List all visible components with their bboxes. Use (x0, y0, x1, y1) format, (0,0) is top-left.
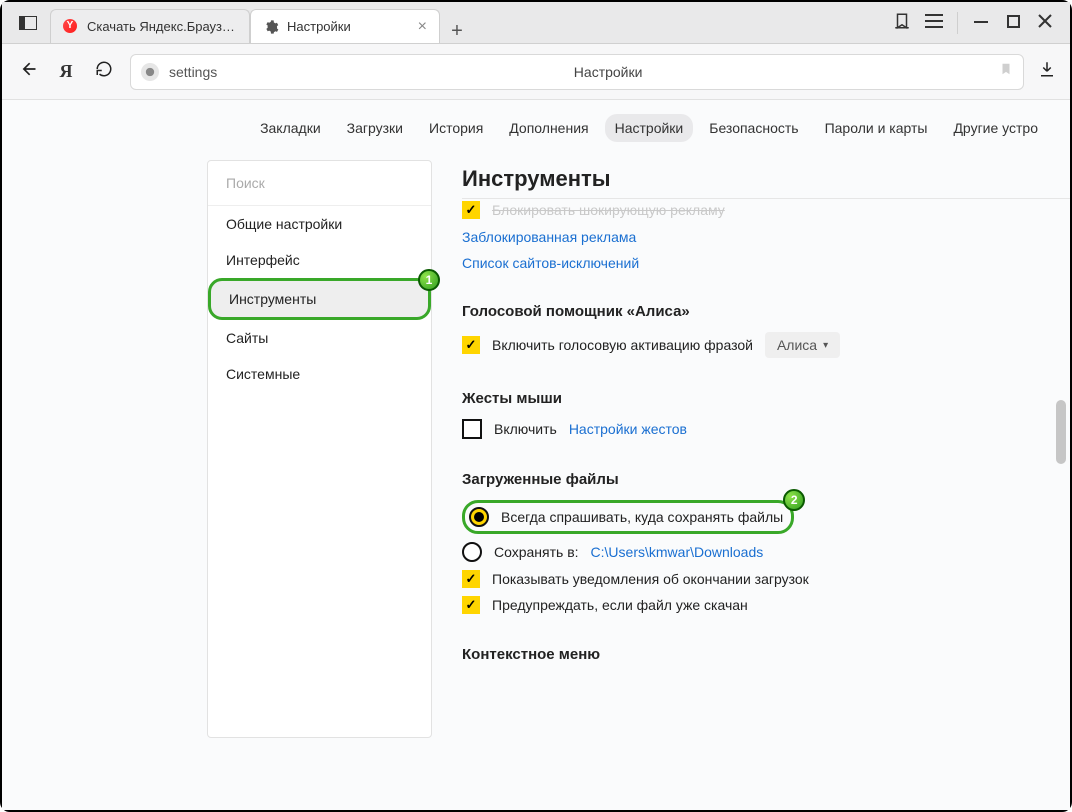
tab-title: Настройки (287, 19, 410, 34)
back-button[interactable] (16, 59, 40, 84)
section-heading-downloads: Загруженные файлы (462, 471, 1070, 488)
close-icon[interactable]: × (418, 19, 427, 35)
checkbox-warn-dup[interactable] (462, 596, 480, 614)
checkbox-checked-icon[interactable] (462, 201, 480, 219)
page-title: Инструменты (462, 166, 1070, 192)
new-tab-button[interactable]: + (440, 20, 474, 43)
sidebar-item-label: Инструменты (229, 291, 316, 307)
bookmark-icon[interactable] (999, 61, 1013, 82)
nav-addons[interactable]: Дополнения (499, 114, 598, 142)
nav-history[interactable]: История (419, 114, 493, 142)
block-ads-row: Блокировать шокирующую рекламу (462, 199, 1070, 219)
url-text: settings (169, 64, 217, 80)
tab-settings[interactable]: Настройки × (250, 9, 440, 43)
scrollbar-thumb[interactable] (1056, 400, 1066, 464)
nav-settings[interactable]: Настройки (605, 114, 694, 142)
settings-header-nav: Закладки Загрузки История Дополнения Нас… (2, 100, 1070, 156)
title-bar: Y Скачать Яндекс.Браузер д Настройки × + (2, 2, 1070, 44)
link-blocked-ads[interactable]: Заблокированная реклама (462, 229, 1070, 245)
gear-icon (263, 19, 279, 35)
maximize-button[interactable] (1004, 15, 1022, 31)
warn-dup-label: Предупреждать, если файл уже скачан (492, 597, 748, 613)
sidebar-item-system[interactable]: Системные (208, 356, 431, 392)
alisa-enable-label: Включить голосовую активацию фразой (492, 337, 753, 353)
radio-save-to[interactable] (462, 542, 482, 562)
nav-security[interactable]: Безопасность (699, 114, 808, 142)
menu-icon[interactable] (925, 14, 943, 31)
callout-badge-1: 1 (418, 269, 440, 291)
link-exclusions[interactable]: Список сайтов-исключений (462, 255, 1070, 271)
nav-other-devices[interactable]: Другие устро (943, 114, 1048, 142)
notify-label: Показывать уведомления об окончании загр… (492, 571, 809, 587)
callout-badge-2: 2 (783, 489, 805, 511)
save-to-path-link[interactable]: C:\Users\kmwar\Downloads (591, 544, 764, 560)
settings-sidebar: Поиск Общие настройки Интерфейс Инструме… (207, 160, 432, 738)
always-ask-label: Всегда спрашивать, куда сохранять файлы (501, 509, 783, 525)
content: Закладки Загрузки История Дополнения Нас… (2, 100, 1070, 810)
separator (957, 12, 958, 34)
section-heading-mouse: Жесты мыши (462, 390, 1070, 407)
section-heading-alisa: Голосовой помощник «Алиса» (462, 303, 1070, 320)
link-gesture-settings[interactable]: Настройки жестов (569, 421, 687, 437)
checkbox-mouse-gestures[interactable] (462, 419, 482, 439)
nav-downloads[interactable]: Загрузки (337, 114, 413, 142)
sidebar-item-general[interactable]: Общие настройки (208, 206, 431, 242)
mouse-enable-label: Включить (494, 421, 557, 437)
bookmarks-bar-icon[interactable] (893, 12, 911, 33)
sidebar-search[interactable]: Поиск (208, 161, 431, 206)
chevron-down-icon: ▾ (823, 340, 828, 351)
nav-bookmarks[interactable]: Закладки (250, 114, 331, 142)
toolbar: Я settings Настройки (2, 44, 1070, 100)
section-heading-context-menu: Контекстное меню (462, 646, 1070, 663)
yandex-home-icon[interactable]: Я (54, 61, 78, 82)
select-value: Алиса (777, 337, 817, 353)
checkbox-notify[interactable] (462, 570, 480, 588)
alisa-phrase-select[interactable]: Алиса ▾ (765, 332, 840, 358)
site-info-icon[interactable] (141, 63, 159, 81)
nav-passwords[interactable]: Пароли и карты (815, 114, 938, 142)
settings-main: Инструменты Блокировать шокирующую рекла… (432, 156, 1070, 758)
always-ask-row-highlight: Всегда спрашивать, куда сохранять файлы … (462, 500, 794, 534)
save-to-label: Сохранять в: (494, 544, 579, 560)
window-close-button[interactable] (1036, 14, 1054, 31)
address-bar[interactable]: settings Настройки (130, 54, 1024, 90)
sidebar-toggle-icon[interactable] (16, 11, 40, 35)
sidebar-item-interface[interactable]: Интерфейс (208, 242, 431, 278)
reload-button[interactable] (92, 60, 116, 83)
checkbox-alisa[interactable] (462, 336, 480, 354)
block-ads-label: Блокировать шокирующую рекламу (492, 202, 725, 218)
page-title-center: Настройки (227, 64, 989, 80)
tab-title: Скачать Яндекс.Браузер д (87, 19, 237, 34)
minimize-button[interactable] (972, 14, 990, 31)
sidebar-item-tools[interactable]: Инструменты 1 (208, 278, 431, 320)
downloads-icon[interactable] (1038, 60, 1056, 83)
radio-always-ask[interactable] (469, 507, 489, 527)
tab-yandex-download[interactable]: Y Скачать Яндекс.Браузер д (50, 9, 250, 43)
yandex-favicon: Y (63, 19, 79, 35)
sidebar-item-sites[interactable]: Сайты (208, 320, 431, 356)
